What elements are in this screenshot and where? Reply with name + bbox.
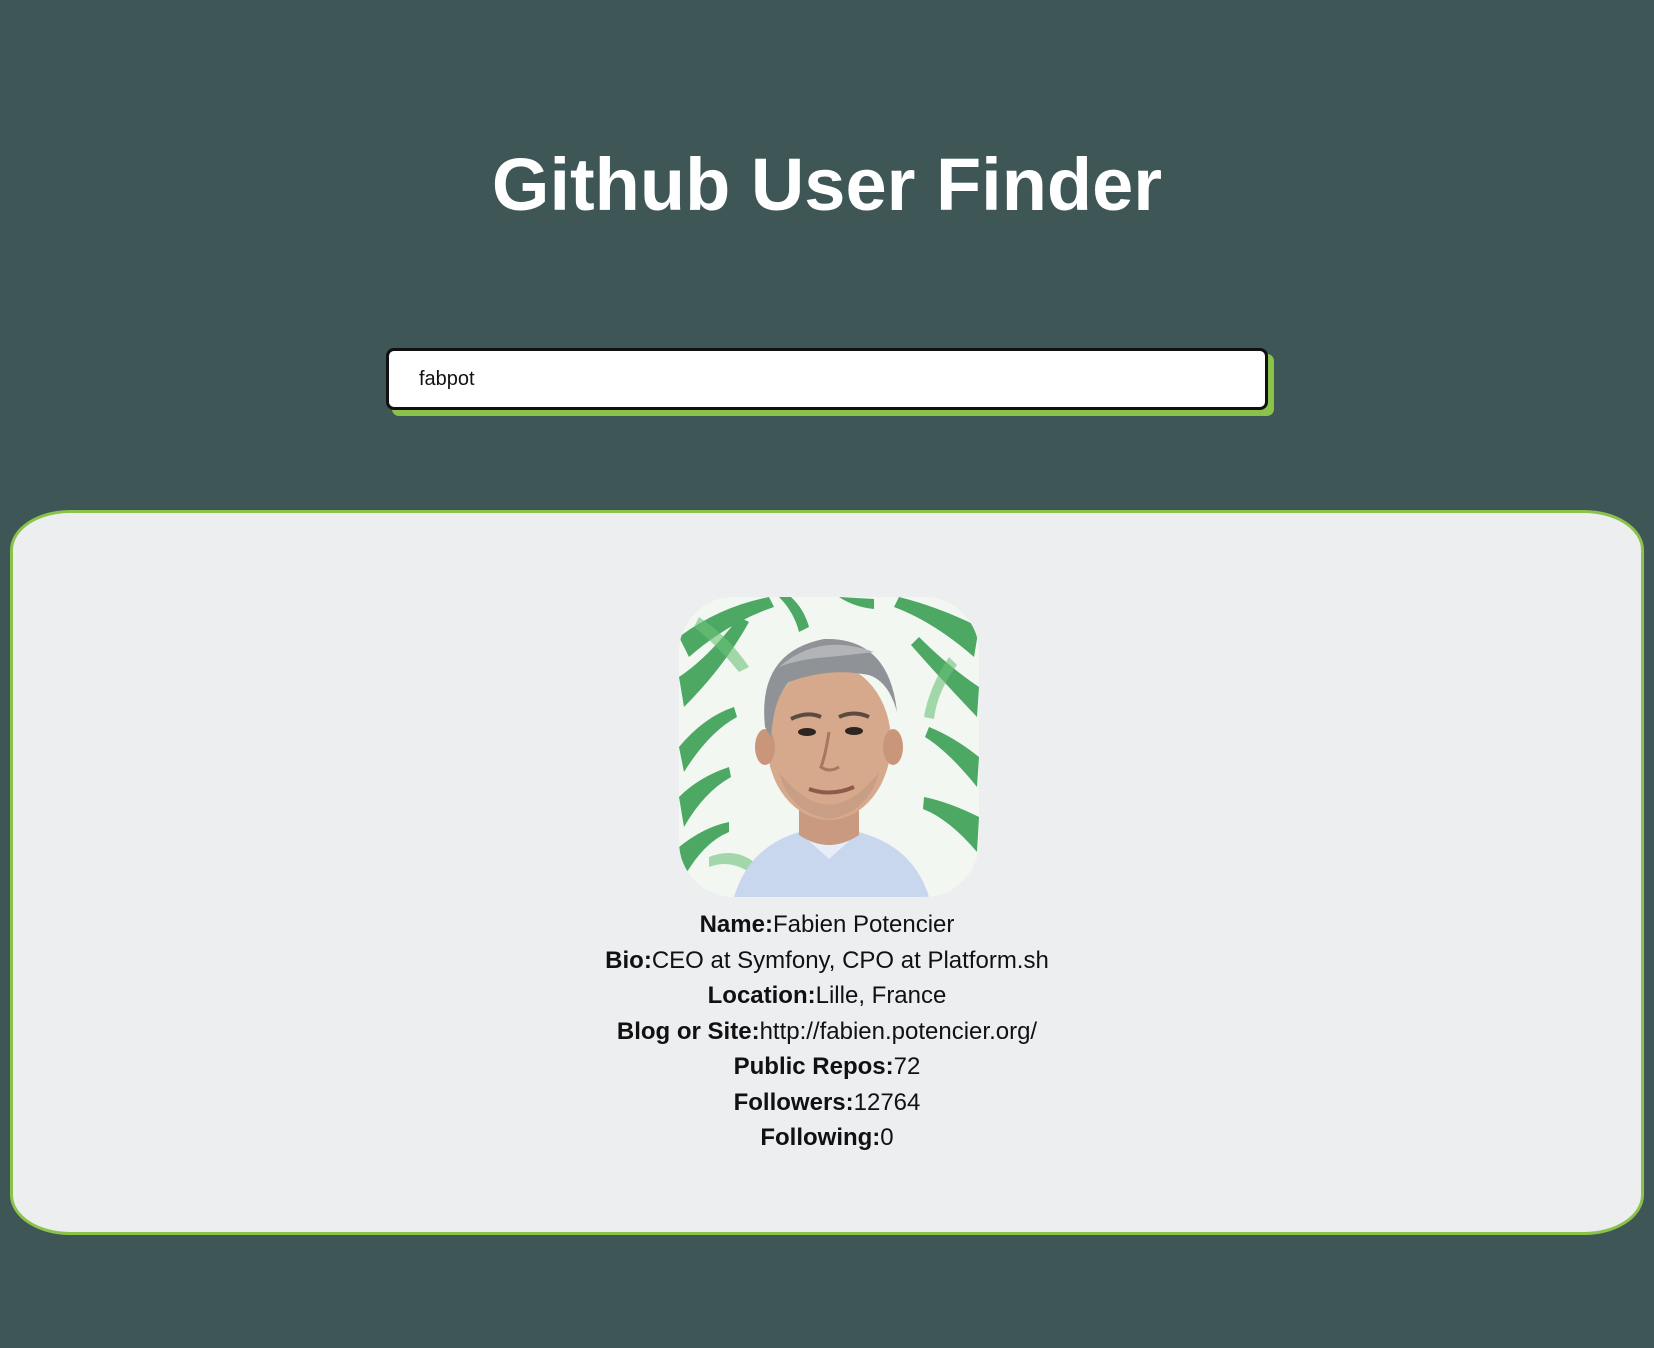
profile-field-label: Location: <box>707 982 816 1009</box>
profile-field-label: Blog or Site: <box>616 1017 760 1045</box>
user-avatar <box>679 597 979 897</box>
profile-field-value: CEO at Symfony, CPO at Platform.sh <box>651 946 1049 974</box>
profile-field-row: Followers:12764 <box>13 1085 1641 1121</box>
profile-field-value: Fabien Potencier <box>772 911 955 938</box>
profile-field-value: 0 <box>880 1124 894 1151</box>
search-input[interactable] <box>386 348 1268 410</box>
profile-field-label: Following: <box>760 1124 881 1151</box>
profile-info: Name:Fabien Potencier Bio:CEO at Symfony,… <box>13 907 1641 1156</box>
profile-field-row: Name:Fabien Potencier <box>13 907 1641 943</box>
avatar-portrait-image <box>679 597 979 897</box>
profile-field-label: Public Repos: <box>733 1053 894 1080</box>
profile-field-value: 12764 <box>853 1088 921 1116</box>
page-title: Github User Finder <box>491 143 1163 226</box>
profile-field-row: Following:0 <box>13 1120 1641 1156</box>
profile-field-value: Lille, France <box>815 982 947 1009</box>
profile-field-value: 72 <box>893 1053 921 1080</box>
profile-field-value: http://fabien.potencier.org/ <box>759 1017 1038 1045</box>
profile-field-label: Bio: <box>605 946 652 974</box>
profile-field-label: Followers: <box>733 1088 854 1116</box>
profile-field-label: Name: <box>699 911 773 938</box>
profile-field-row: Public Repos:72 <box>13 1049 1641 1085</box>
search-container <box>386 348 1274 416</box>
profile-field-row: Location:Lille, France <box>13 978 1641 1014</box>
profile-field-row: Bio:CEO at Symfony, CPO at Platform.sh <box>13 943 1641 979</box>
profile-field-row: Blog or Site:http://fabien.potencier.org… <box>13 1014 1641 1050</box>
user-profile-card: Name:Fabien Potencier Bio:CEO at Symfony,… <box>10 510 1644 1235</box>
